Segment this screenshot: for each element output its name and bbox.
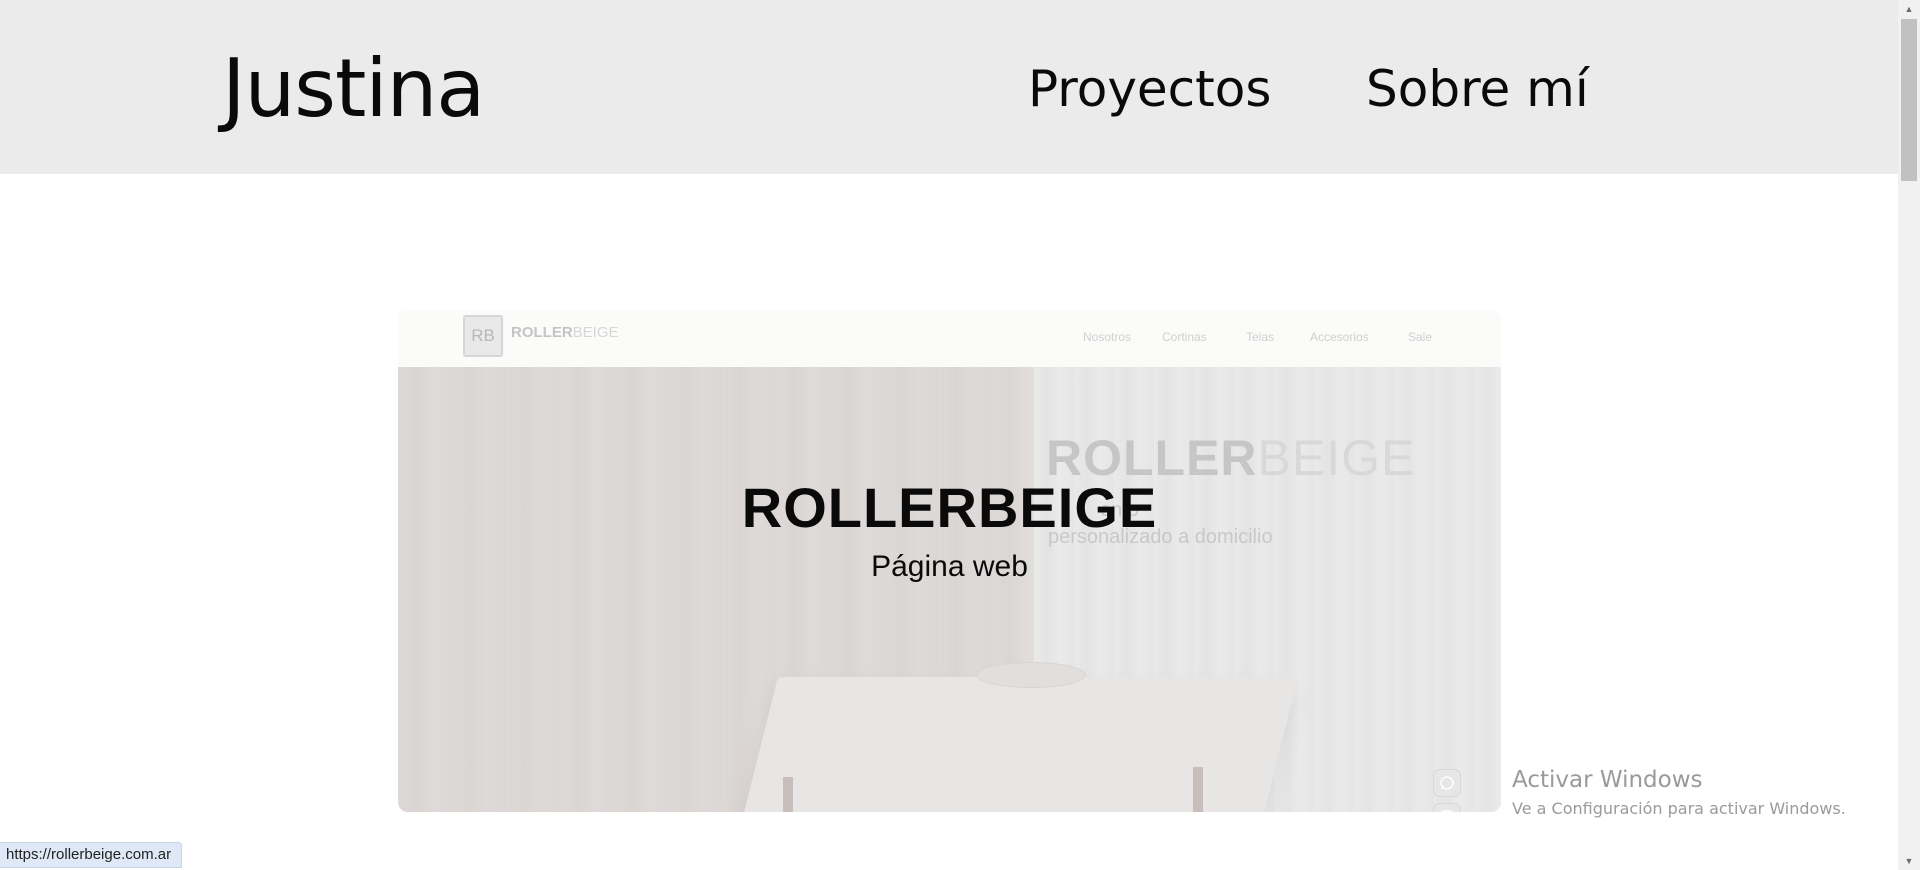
preview-logo-bold: ROLLER (511, 324, 573, 341)
preview-logo-light: BEIGE (572, 324, 619, 341)
project-subtitle: Página web (871, 550, 1028, 583)
preview-menu-telas: Telas (1246, 330, 1275, 344)
site-brand[interactable]: Justina (222, 42, 485, 135)
preview-menu-cortinas: Cortinas (1162, 330, 1207, 344)
preview-menu-nosotros: Nosotros (1083, 330, 1132, 344)
watermark-subtitle: Ve a Configuración para activar Windows. (1512, 799, 1846, 818)
vertical-scrollbar[interactable]: ▲ ▼ (1898, 0, 1920, 870)
site-header: Justina Proyectos Sobre mí (0, 0, 1898, 174)
preview-menu-accesorios: Accesorios (1310, 330, 1369, 344)
nav-link-sobre-mi[interactable]: Sobre mí (1366, 60, 1589, 118)
windows-activation-watermark: Activar Windows Ve a Configuración para … (1512, 767, 1846, 818)
watermark-title: Activar Windows (1512, 767, 1703, 793)
status-bar-url: https://rollerbeige.com.ar (0, 842, 183, 868)
preview-logo-monogram: RB (463, 315, 503, 357)
instagram-icon[interactable] (1433, 803, 1461, 812)
page: Justina Proyectos Sobre mí RB ROLLERBEIG… (0, 0, 1920, 870)
nav-link-proyectos[interactable]: Proyectos (1028, 60, 1271, 118)
preview-navbar: RB ROLLERBEIGE Nosotros Cortinas Telas A… (398, 310, 1501, 367)
project-title: ROLLERBEIGE (741, 476, 1158, 539)
project-card-rollerbeige[interactable]: RB ROLLERBEIGE Nosotros Cortinas Telas A… (398, 310, 1501, 812)
scroll-up-arrow-icon[interactable]: ▲ (1898, 0, 1920, 18)
scrollbar-thumb[interactable] (1901, 19, 1917, 181)
preview-menu-sale: Sale (1408, 330, 1433, 344)
preview-logo-text: ROLLERBEIGE (511, 324, 619, 341)
whatsapp-icon[interactable] (1433, 769, 1461, 797)
preview-hero-image: ROLLERBEIGE ento personalizado a domicil… (398, 367, 1501, 812)
scroll-down-arrow-icon[interactable]: ▼ (1898, 852, 1920, 870)
